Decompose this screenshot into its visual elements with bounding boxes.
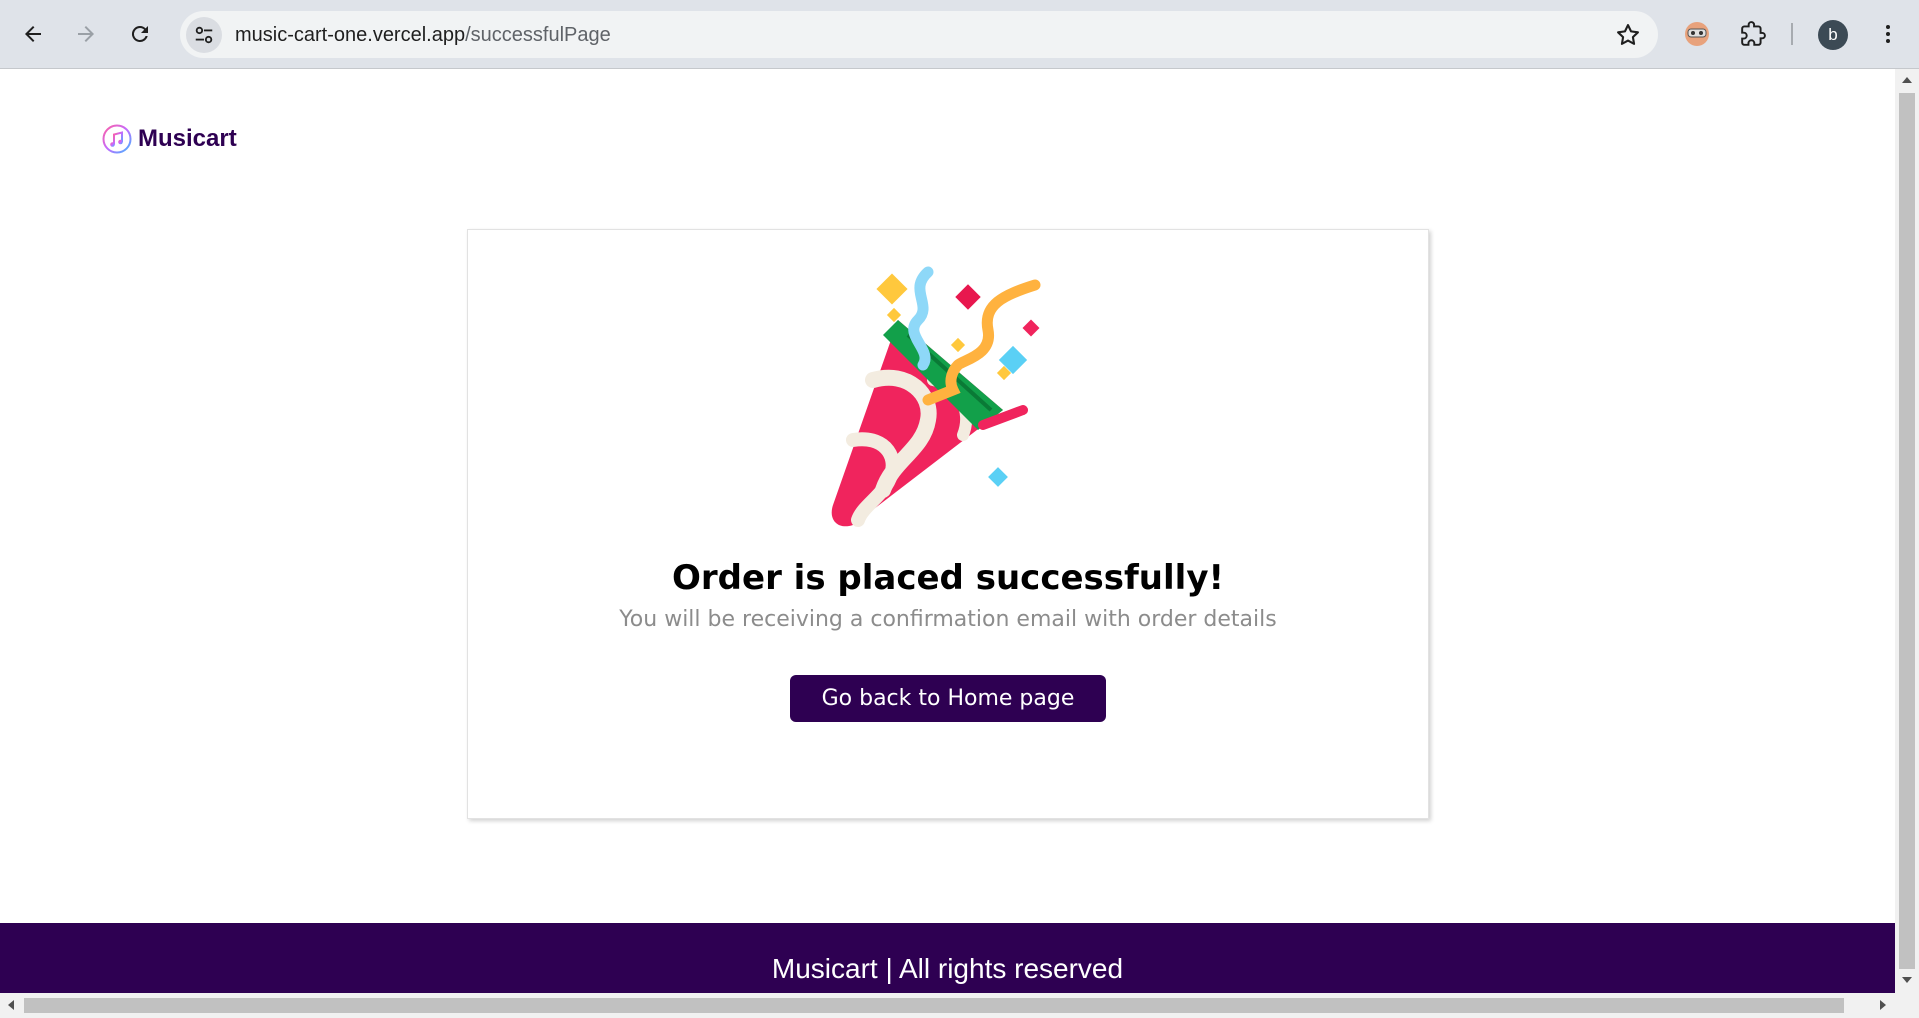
footer-text: Musicart | All rights reserved — [771, 953, 1124, 984]
extensions-button[interactable] — [1733, 14, 1773, 54]
extension-face-icon — [1685, 22, 1709, 46]
forward-arrow-icon — [78, 26, 94, 42]
horizontal-scroll-thumb[interactable] — [24, 998, 1844, 1013]
site-logo[interactable]: Musicart — [102, 124, 237, 154]
profile-avatar[interactable]: b — [1818, 20, 1848, 50]
success-subtitle: You will be receiving a confirmation ema… — [619, 607, 1277, 632]
logo-text: Musicart — [138, 125, 237, 152]
order-success-card: Order is placed successfully! You will b… — [467, 229, 1429, 819]
vertical-scroll-thumb[interactable] — [1899, 93, 1915, 969]
scroll-right-arrow-icon[interactable] — [1880, 1000, 1886, 1010]
site-info-button[interactable] — [186, 17, 222, 53]
go-home-button[interactable]: Go back to Home page — [790, 675, 1106, 722]
browser-toolbar: music-cart-one.vercel.app/successfulPage… — [0, 0, 1919, 69]
address-bar[interactable]: music-cart-one.vercel.app/successfulPage — [180, 11, 1658, 58]
back-arrow-icon — [25, 26, 41, 42]
tune-icon — [195, 26, 213, 44]
site-footer: Musicart | All rights reserved — [0, 923, 1895, 993]
scroll-up-arrow-icon[interactable] — [1902, 77, 1912, 83]
forward-button[interactable] — [66, 14, 106, 54]
music-note-icon — [102, 124, 132, 154]
scroll-down-arrow-icon[interactable] — [1902, 977, 1912, 983]
browser-menu-button[interactable] — [1868, 14, 1908, 54]
puzzle-icon — [1741, 21, 1766, 46]
kebab-menu-icon — [1886, 25, 1890, 43]
horizontal-scrollbar[interactable] — [0, 993, 1919, 1018]
url-text[interactable]: music-cart-one.vercel.app/successfulPage — [235, 23, 611, 47]
success-title: Order is placed successfully! — [672, 558, 1224, 598]
reload-icon — [131, 25, 148, 42]
vertical-scrollbar[interactable] — [1895, 69, 1919, 993]
url-host: music-cart-one.vercel.app — [235, 24, 466, 46]
toolbar-separator — [1791, 23, 1793, 45]
bookmark-star-icon[interactable] — [1614, 21, 1642, 49]
back-button[interactable] — [13, 14, 53, 54]
party-popper-icon — [831, 266, 1041, 527]
extension-avatar-button[interactable] — [1677, 14, 1717, 54]
url-path: /successfulPage — [465, 24, 611, 46]
scroll-left-arrow-icon[interactable] — [8, 1000, 14, 1010]
reload-button[interactable] — [120, 14, 160, 54]
page-viewport: Musicart Order is placed successfully! Y… — [0, 69, 1895, 993]
